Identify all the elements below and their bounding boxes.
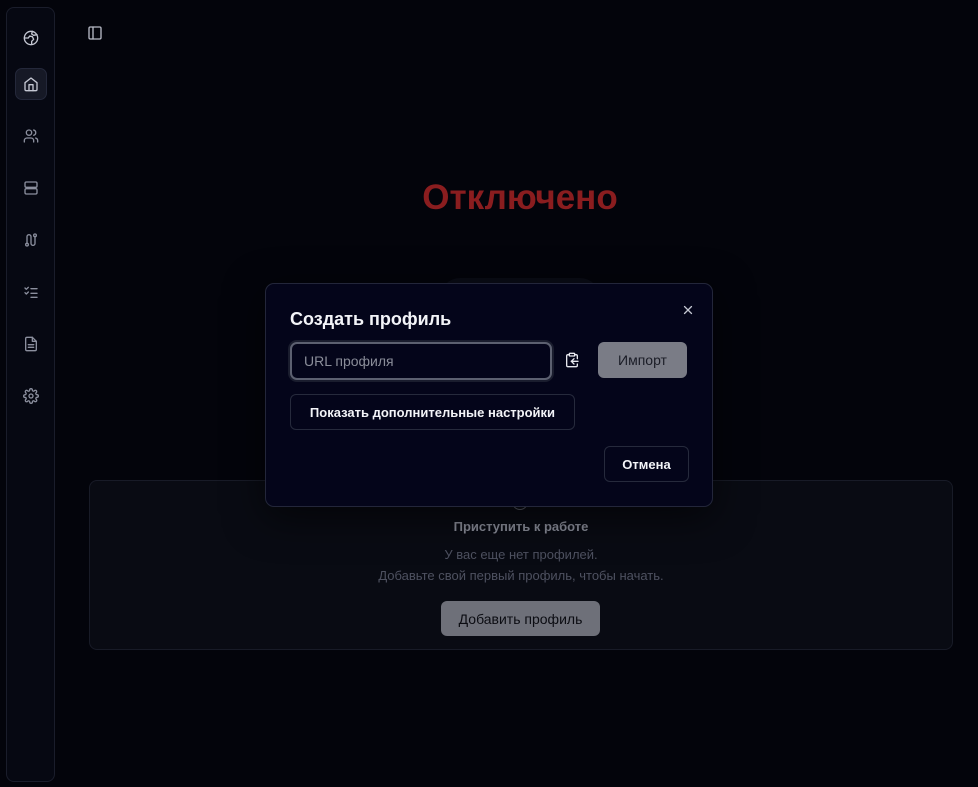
advanced-settings-button[interactable]: Показать дополнительные настройки <box>290 394 575 430</box>
dialog-title: Создать профиль <box>290 309 452 329</box>
app-window: Отключено Приступить к работе У вас еще … <box>0 0 978 787</box>
create-profile-dialog: Создать профиль Импорт Показать дополнит… <box>265 283 713 507</box>
close-icon <box>683 305 693 315</box>
close-button[interactable] <box>678 300 698 320</box>
cancel-button[interactable]: Отмена <box>604 446 689 482</box>
paste-button[interactable] <box>562 350 582 370</box>
import-button[interactable]: Импорт <box>598 342 687 378</box>
clipboard-paste-icon <box>566 352 579 368</box>
profile-url-input[interactable] <box>290 342 552 380</box>
